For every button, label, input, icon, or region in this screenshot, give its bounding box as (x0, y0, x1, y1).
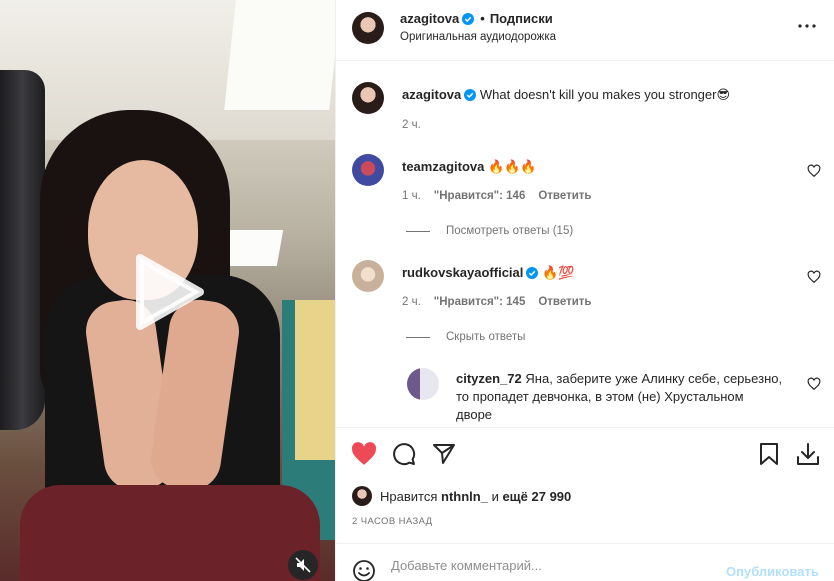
likes-and: и (491, 488, 499, 504)
heart-icon[interactable] (807, 270, 821, 284)
comment-icon (393, 443, 416, 466)
reply-body-line2: то пропадет девчонка, в этом (не) Хруста… (456, 389, 744, 404)
likes-user[interactable]: nthnln_ (441, 489, 488, 504)
like-button[interactable] (350, 440, 378, 468)
share-icon (433, 444, 455, 464)
comment-time[interactable]: 1 ч. (402, 190, 421, 202)
emoji-button[interactable] (350, 557, 378, 581)
heart-icon (351, 442, 377, 465)
heart-icon[interactable] (807, 377, 821, 391)
more-options-button[interactable] (795, 14, 819, 38)
separator-dot: • (480, 11, 485, 26)
caption: azagitova What doesn't kill you makes yo… (336, 82, 834, 142)
post-actions: Нравится nthnln_ и ещё 27 990 2 ЧАСОВ НА… (336, 427, 834, 543)
verified-icon (464, 88, 477, 106)
view-replies-button[interactable]: Посмотреть ответы (15) (406, 225, 573, 237)
view-replies-label: Посмотреть ответы (15) (446, 225, 574, 237)
likes-summary[interactable]: Нравится nthnln_ и ещё 27 990 (352, 486, 571, 506)
verified-icon (462, 13, 475, 28)
reply-username[interactable]: cityzen_72 (456, 371, 522, 386)
comment-meta: 1 ч. "Нравится": 146 Ответить (402, 190, 605, 202)
comment-text: rudkovskayaofficial 🔥💯 (402, 264, 574, 284)
muted-icon (295, 557, 311, 573)
comment-text: teamzagitova 🔥🔥🔥 (402, 158, 537, 176)
more-icon (798, 24, 816, 28)
avatar[interactable] (352, 12, 384, 44)
download-icon (797, 443, 819, 465)
likes-count[interactable]: ещё 27 990 (502, 489, 571, 504)
download-button[interactable] (794, 440, 822, 468)
mute-button[interactable] (288, 550, 318, 580)
divider (406, 336, 430, 338)
comment-likes[interactable]: "Нравится": 146 (434, 190, 526, 202)
avatar[interactable] (407, 368, 439, 400)
avatar[interactable] (352, 154, 384, 186)
following-button[interactable]: Подписки (490, 11, 553, 26)
save-button[interactable] (755, 440, 783, 468)
reply-text: cityzen_72 Яна, заберите уже Алинку себе… (456, 370, 782, 424)
comment-input[interactable] (391, 554, 711, 576)
comment-body: 🔥💯 (542, 265, 575, 280)
shelf (295, 300, 335, 460)
divider (406, 230, 430, 232)
caption-time[interactable]: 2 ч. (402, 119, 421, 131)
reply-button[interactable]: Ответить (538, 190, 591, 202)
header-author: azagitova • Подписки (400, 11, 553, 28)
ceiling-light (224, 0, 335, 110)
comment-time[interactable]: 2 ч. (402, 296, 421, 308)
comment-username[interactable]: rudkovskayaofficial (402, 265, 523, 280)
comment: teamzagitova 🔥🔥🔥 1 ч. "Нравится": 146 Отве… (336, 154, 834, 244)
post-header: azagitova • Подписки Оригинальная аудиодор… (336, 0, 834, 61)
share-button[interactable] (430, 440, 458, 468)
comments-list[interactable]: azagitova What doesn't kill you makes yo… (336, 62, 834, 427)
comment-meta: 2 ч. "Нравится": 145 Ответить (402, 296, 605, 308)
play-button[interactable] (130, 252, 210, 332)
avatar[interactable] (352, 82, 384, 114)
reply-body-line3: дворе (456, 407, 493, 422)
comment-username[interactable]: teamzagitova (402, 159, 484, 174)
author-username[interactable]: azagitova (402, 87, 461, 102)
likes-prefix: Нравится (380, 488, 438, 504)
avatar[interactable] (352, 260, 384, 292)
verified-icon (526, 266, 539, 284)
heart-icon[interactable] (807, 164, 821, 178)
caption-meta: 2 ч. (402, 119, 434, 131)
post-timestamp[interactable]: 2 ЧАСОВ НАЗАД (352, 516, 433, 527)
author-username[interactable]: azagitova (400, 11, 459, 26)
bookmark-icon (760, 443, 778, 465)
person-pants (20, 485, 320, 581)
reply-body-line1: Яна, заберите уже Алинку себе, серьезно, (525, 371, 783, 386)
add-comment-bar: Опубликовать (336, 543, 834, 581)
comment-likes[interactable]: "Нравится": 145 (434, 296, 526, 308)
publish-button[interactable]: Опубликовать (726, 564, 819, 579)
comment-body: 🔥🔥🔥 (488, 159, 537, 174)
avatar (352, 486, 372, 506)
reply: cityzen_72 Яна, заберите уже Алинку себе… (336, 368, 834, 427)
post-video[interactable] (0, 0, 335, 581)
emoji-icon (353, 560, 375, 581)
hide-replies-button[interactable]: Скрыть ответы (406, 331, 525, 343)
comment-button[interactable] (390, 440, 418, 468)
play-icon (136, 254, 204, 330)
post-details-panel: azagitova • Подписки Оригинальная аудиодор… (335, 0, 834, 581)
jacket (0, 70, 45, 430)
caption-body: What doesn't kill you makes you stronger… (479, 87, 731, 102)
reply-button[interactable]: Ответить (538, 296, 591, 308)
hide-replies-label: Скрыть ответы (446, 331, 526, 343)
audio-link[interactable]: Оригинальная аудиодорожка (400, 31, 556, 43)
comment: rudkovskayaofficial 🔥💯 2 ч. "Нравится": 1… (336, 260, 834, 350)
caption-text: azagitova What doesn't kill you makes yo… (402, 86, 730, 106)
